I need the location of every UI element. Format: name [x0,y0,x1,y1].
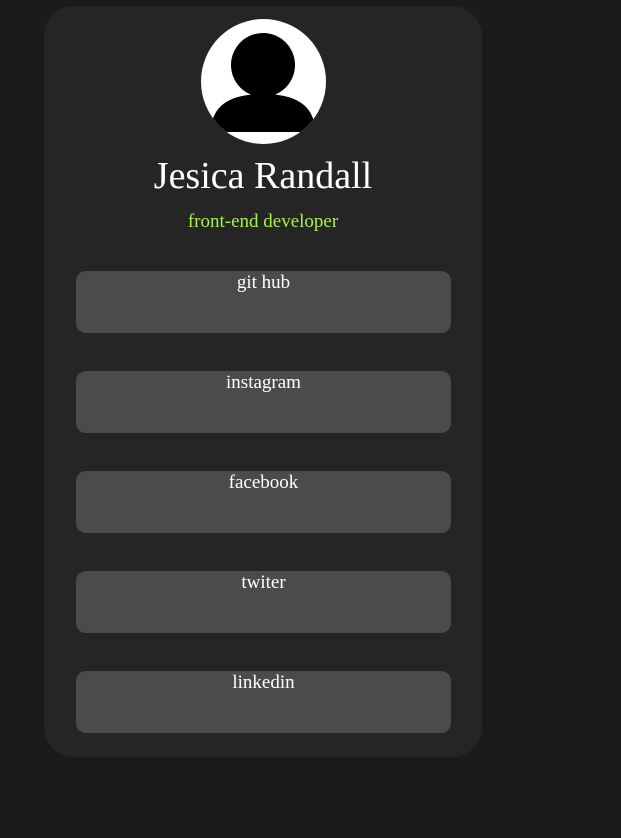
avatar [201,19,326,144]
profile-name: Jesica Randall [153,155,373,197]
twitter-link-label: twiter [241,572,286,593]
facebook-link-button[interactable]: facebook [76,471,451,533]
instagram-link-button[interactable]: instagram [76,371,451,433]
linkedin-link-label: linkedin [232,672,295,693]
github-link-button[interactable]: git hub [76,271,451,333]
user-silhouette-icon [211,33,315,132]
github-link-label: git hub [236,272,291,293]
instagram-link-label: instagram [226,372,301,393]
facebook-link-label: facebook [228,472,299,493]
profile-card: Jesica Randall front-end developer git h… [44,6,482,757]
twitter-link-button[interactable]: twiter [76,571,451,633]
linkedin-link-button[interactable]: linkedin [76,671,451,733]
profile-role: front-end developer [187,211,339,232]
